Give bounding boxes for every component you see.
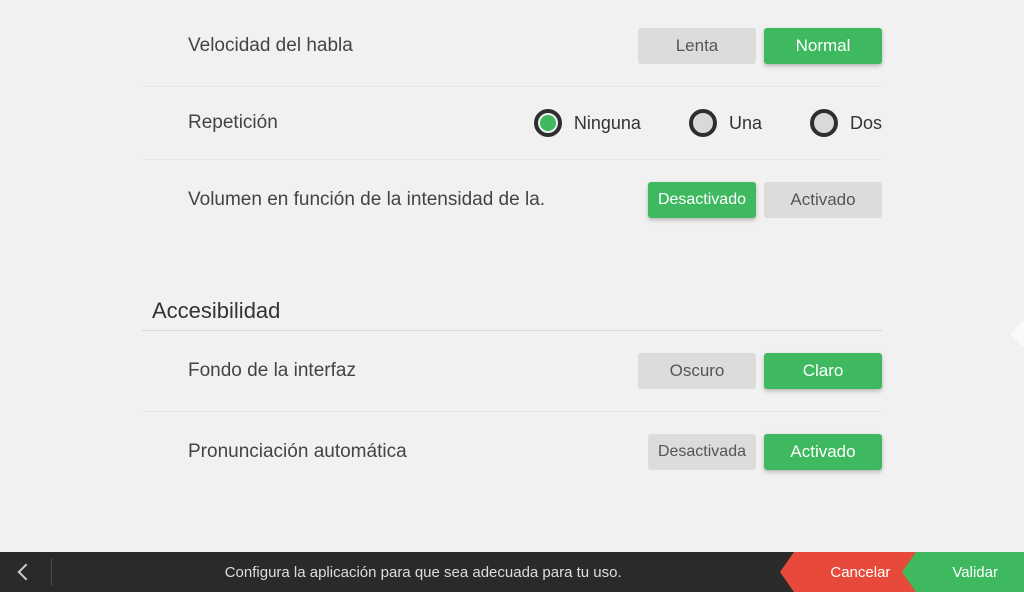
speed-option-normal[interactable]: Normal [764, 28, 882, 64]
label-auto-pronunciation: Pronunciación automática [188, 441, 648, 463]
repeat-option-label: Dos [850, 113, 882, 134]
label-speech-speed: Velocidad del habla [188, 35, 638, 57]
footer-bar: Configura la aplicación para que sea ade… [0, 552, 1024, 592]
repeat-option-two[interactable]: Dos [810, 109, 882, 137]
theme-option-dark[interactable]: Oscuro [638, 353, 756, 389]
repeat-option-one[interactable]: Una [689, 109, 762, 137]
row-volume-intensity: Volumen en función de la intensidad de l… [142, 159, 882, 240]
seg-speech-speed: Lenta Normal [638, 28, 882, 64]
section-title-accessibility: Accesibilidad [142, 280, 882, 330]
radio-group-repetition: Ninguna Una Dos [534, 109, 882, 137]
chevron-left-icon [18, 564, 35, 581]
seg-volume-intensity: Desactivado Activado [648, 182, 882, 218]
footer-buttons: Cancelar Validar [794, 552, 1024, 592]
footer-hint: Configura la aplicación para que sea ade… [52, 552, 794, 592]
seg-theme: Oscuro Claro [638, 353, 882, 389]
row-theme: Fondo de la interfaz Oscuro Claro [142, 331, 882, 411]
autopron-option-off[interactable]: Desactivada [648, 434, 756, 470]
volume-option-off[interactable]: Desactivado [648, 182, 756, 218]
row-auto-pronunciation: Pronunciación automática Desactivada Act… [142, 411, 882, 492]
label-theme: Fondo de la interfaz [188, 360, 638, 382]
autopron-option-on[interactable]: Activado [764, 434, 882, 470]
row-repetition: Repetición Ninguna Una Dos [142, 86, 882, 159]
repeat-option-label: Una [729, 113, 762, 134]
radio-icon [534, 109, 562, 137]
speed-option-slow[interactable]: Lenta [638, 28, 756, 64]
row-speech-speed: Velocidad del habla Lenta Normal [142, 6, 882, 86]
radio-icon [810, 109, 838, 137]
volume-option-on[interactable]: Activado [764, 182, 882, 218]
label-repetition: Repetición [188, 112, 534, 134]
validate-button[interactable]: Validar [916, 552, 1024, 592]
theme-option-light[interactable]: Claro [764, 353, 882, 389]
section-title-contents: Contenidos [142, 532, 882, 552]
back-button[interactable] [0, 552, 52, 592]
repeat-option-none[interactable]: Ninguna [534, 109, 641, 137]
repeat-option-label: Ninguna [574, 113, 641, 134]
cancel-button[interactable]: Cancelar [794, 552, 916, 592]
radio-icon [689, 109, 717, 137]
label-volume-intensity: Volumen en función de la intensidad de l… [188, 189, 648, 211]
seg-auto-pronunciation: Desactivada Activado [648, 434, 882, 470]
